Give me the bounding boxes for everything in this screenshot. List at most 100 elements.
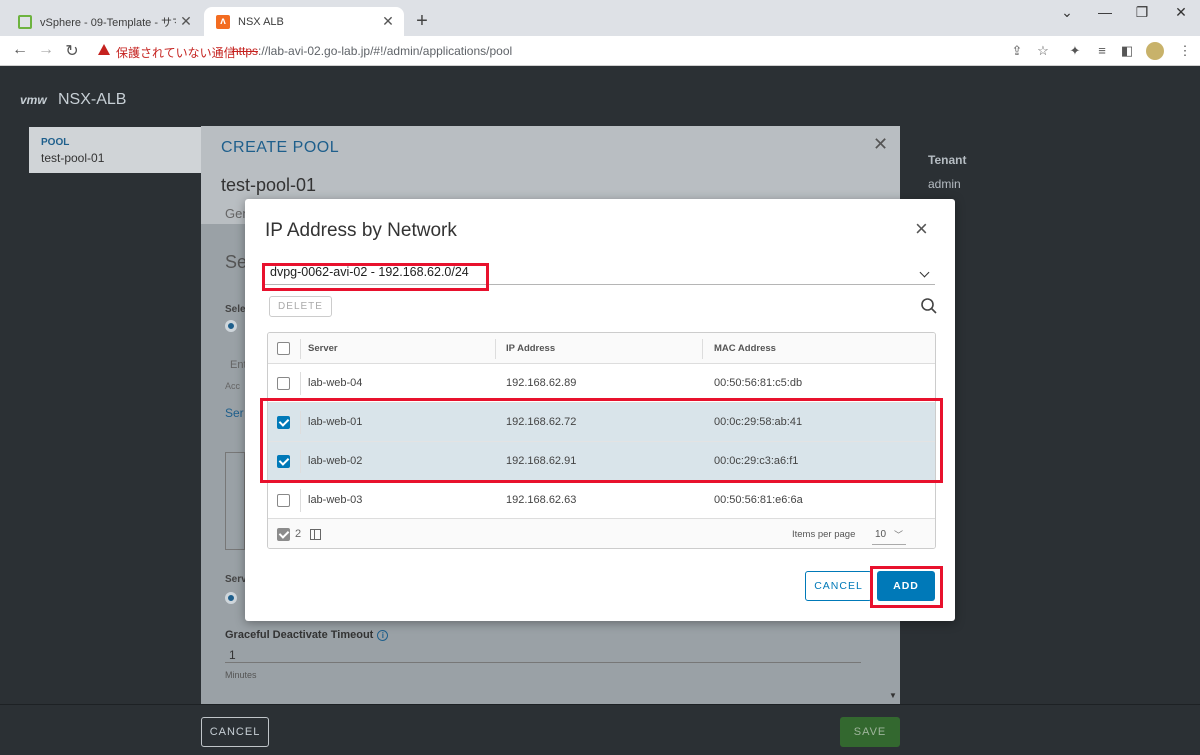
column-header-ip[interactable]: IP Address xyxy=(506,343,555,354)
tab-vsphere[interactable]: vSphere - 09-Template - サマリ ✕ xyxy=(6,7,202,36)
items-per-page-select[interactable]: 10 xyxy=(875,529,886,540)
menu-icon[interactable]: ⋮ xyxy=(1176,43,1194,59)
column-header-server[interactable]: Server xyxy=(308,343,338,354)
row-divider xyxy=(300,372,301,395)
column-divider xyxy=(702,339,703,359)
side-panel-icon[interactable]: ◧ xyxy=(1118,43,1136,59)
ip-cell: 192.168.62.91 xyxy=(506,455,577,467)
column-header-mac[interactable]: MAC Address xyxy=(714,343,776,354)
security-warning[interactable]: 保護されていない通信 xyxy=(116,44,236,61)
row-checkbox[interactable] xyxy=(277,494,290,507)
ip-cell: 192.168.62.89 xyxy=(506,377,577,389)
graceful-timeout-input[interactable]: 1 xyxy=(229,648,236,662)
servers-link[interactable]: Ser xyxy=(225,406,244,420)
close-icon[interactable]: × xyxy=(915,218,928,240)
modal-cancel-button[interactable]: CANCEL xyxy=(805,571,872,601)
extensions-icon[interactable]: ✦ xyxy=(1066,43,1084,59)
server-grid: Server IP Address MAC Address lab-web-04… xyxy=(267,332,936,549)
address-bar: ← → ↻ 保護されていない通信 https://lab-avi-02.go-l… xyxy=(0,36,1200,66)
pool-name: test-pool-01 xyxy=(221,175,317,195)
back-icon[interactable]: ← xyxy=(10,41,30,59)
forward-icon[interactable]: → xyxy=(36,41,56,59)
add-button[interactable]: ADD xyxy=(877,571,935,601)
tab-title: vSphere - 09-Template - サマリ xyxy=(40,16,176,29)
search-icon[interactable] xyxy=(920,297,938,315)
ip-address-modal: IP Address by Network × dvpg-0062-avi-02… xyxy=(245,199,955,621)
table-row[interactable]: lab-web-03 192.168.62.63 00:50:56:81:e6:… xyxy=(268,481,935,520)
vmw-logo: vmw xyxy=(20,93,47,107)
app-title: NSX-ALB xyxy=(58,91,127,108)
servers-grid xyxy=(225,452,245,550)
tab-nsx-alb[interactable]: ʌ NSX ALB ✕ xyxy=(204,7,404,36)
create-pool-title: CREATE POOL xyxy=(221,139,340,156)
browser-tab-bar: vSphere - 09-Template - サマリ ✕ ʌ NSX ALB … xyxy=(0,0,1200,36)
close-icon[interactable]: ✕ xyxy=(378,13,398,30)
restore-button[interactable]: ❐ xyxy=(1127,4,1157,21)
selected-count-checkbox-icon xyxy=(277,528,290,541)
column-divider xyxy=(300,339,301,359)
server-cell: lab-web-01 xyxy=(308,416,363,428)
row-divider xyxy=(300,411,301,434)
warning-icon[interactable] xyxy=(98,44,110,55)
share-icon[interactable]: ⇪ xyxy=(1008,43,1026,59)
url-field[interactable]: https://lab-avi-02.go-lab.jp/#!/admin/ap… xyxy=(232,44,512,58)
vsphere-icon xyxy=(18,14,32,29)
reading-list-icon[interactable]: ≡ xyxy=(1093,43,1111,58)
pool-breadcrumb-card: POOL test-pool-01 xyxy=(29,127,219,173)
server-option-label: Serv xyxy=(225,574,247,585)
column-toggle-icon[interactable] xyxy=(310,529,321,540)
radio-button[interactable] xyxy=(225,592,237,604)
url-scheme: https xyxy=(232,44,259,58)
mac-cell: 00:0c:29:58:ab:41 xyxy=(714,416,803,428)
table-row[interactable]: lab-web-04 192.168.62.89 00:50:56:81:c5:… xyxy=(268,364,935,403)
url-path: ://lab-avi-02.go-lab.jp/#!/admin/applica… xyxy=(258,44,513,58)
select-label: Sele xyxy=(225,304,246,315)
app-header: vmw NSX-ALB xyxy=(0,66,1200,122)
info-icon[interactable]: i xyxy=(377,629,389,641)
tab-title: NSX ALB xyxy=(238,15,284,28)
grid-header: Server IP Address MAC Address xyxy=(268,333,935,364)
mac-cell: 00:0c:29:c3:a6:f1 xyxy=(714,455,799,467)
chevron-down-icon[interactable]: ﹀ xyxy=(894,528,903,541)
radio-button[interactable] xyxy=(225,320,237,332)
row-checkbox[interactable] xyxy=(277,416,290,429)
profile-avatar[interactable] xyxy=(1146,42,1164,60)
field-hint: Acc xyxy=(225,381,241,391)
network-select[interactable]: dvpg-0062-avi-02 - 192.168.62.0/24 xyxy=(265,265,935,285)
input-underline xyxy=(225,662,861,663)
footer-save-button[interactable]: SAVE xyxy=(840,717,900,747)
table-row[interactable]: lab-web-02 192.168.62.91 00:0c:29:c3:a6:… xyxy=(268,442,935,481)
close-icon[interactable]: ✕ xyxy=(873,134,888,155)
scroll-down-icon[interactable]: ▼ xyxy=(889,691,897,700)
network-select-value: dvpg-0062-avi-02 - 192.168.62.0/24 xyxy=(270,265,469,279)
section-title: Se xyxy=(225,252,248,272)
reload-icon[interactable]: ↻ xyxy=(62,41,82,61)
select-all-checkbox[interactable] xyxy=(277,342,290,355)
new-tab-button[interactable]: + xyxy=(412,10,432,33)
graceful-timeout-label: Graceful Deactivate Timeout i xyxy=(225,629,389,641)
row-divider xyxy=(300,450,301,473)
mac-cell: 00:50:56:81:e6:6a xyxy=(714,494,803,506)
graceful-timeout-text: Graceful Deactivate Timeout xyxy=(225,629,374,641)
row-checkbox[interactable] xyxy=(277,377,290,390)
tenant-label: Tenant xyxy=(928,153,967,167)
table-row[interactable]: lab-web-01 192.168.62.72 00:0c:29:58:ab:… xyxy=(268,403,935,442)
column-divider xyxy=(495,339,496,359)
server-cell: lab-web-02 xyxy=(308,455,363,467)
row-checkbox[interactable] xyxy=(277,455,290,468)
delete-button[interactable]: DELETE xyxy=(269,296,332,317)
chevron-down-icon xyxy=(919,267,930,278)
tab-search-icon[interactable]: ⌄ xyxy=(1052,4,1082,21)
footer-bar: CANCEL SAVE xyxy=(0,704,1200,755)
minimize-button[interactable]: — xyxy=(1090,4,1120,20)
ip-cell: 192.168.62.72 xyxy=(506,416,577,428)
selected-count: 2 xyxy=(295,528,302,540)
footer-cancel-button[interactable]: CANCEL xyxy=(201,717,269,747)
grid-footer: 2 Items per page 10 ﹀ xyxy=(268,518,935,548)
window-close-button[interactable]: ✕ xyxy=(1166,4,1196,21)
nsx-icon: ʌ xyxy=(216,14,230,29)
pool-label: POOL xyxy=(41,137,70,148)
bookmark-star-icon[interactable]: ☆ xyxy=(1034,43,1052,59)
close-icon[interactable]: ✕ xyxy=(176,13,196,30)
server-cell: lab-web-04 xyxy=(308,377,363,389)
